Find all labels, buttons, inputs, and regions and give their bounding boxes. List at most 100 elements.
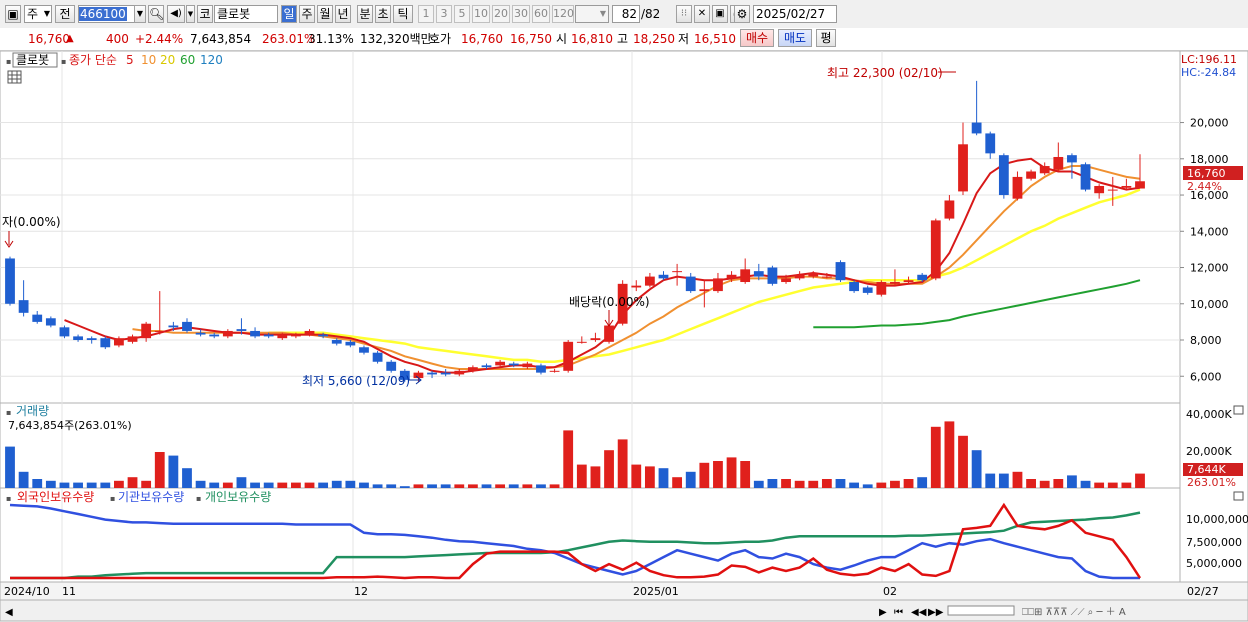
candle-body	[236, 329, 247, 331]
period-tick-tab[interactable]: 틱	[393, 5, 413, 23]
market-button[interactable]: 코	[197, 5, 213, 23]
hc-label: HC:-24.84	[1181, 66, 1236, 79]
period-second-tab[interactable]: 초	[375, 5, 391, 23]
type-select[interactable]: 주 ▼	[24, 5, 52, 23]
volume-bar	[1107, 482, 1118, 488]
interval-1[interactable]: 1	[418, 5, 434, 23]
holding-marker-2: ▪	[110, 494, 115, 503]
candle-body	[862, 287, 873, 293]
candle-body	[890, 282, 900, 284]
candle-body	[1067, 155, 1077, 163]
volume-bar	[1026, 479, 1036, 488]
price-axis-label: 20,000	[1190, 117, 1229, 130]
gear-icon[interactable]: ⚙	[734, 5, 750, 23]
volume-bar	[195, 480, 206, 488]
scroll-left-icon[interactable]: ◀	[5, 607, 13, 618]
candle-body	[590, 338, 601, 341]
volume-bar	[1121, 482, 1132, 488]
candle-body	[740, 269, 751, 283]
period-week-tab[interactable]: 주	[299, 5, 315, 23]
candle-body	[536, 365, 546, 373]
candle-body	[413, 372, 424, 379]
volume-close-icon[interactable]	[1233, 405, 1244, 415]
candle-body	[182, 321, 192, 331]
lc-label: LC:196.11	[1181, 53, 1237, 66]
code-input[interactable]: 466100	[78, 5, 138, 23]
candle-body	[767, 267, 778, 284]
cross-line-icon[interactable]: ✕	[694, 5, 710, 23]
search-icon[interactable]: 🔍︎	[148, 5, 164, 23]
candle-body	[1026, 171, 1036, 179]
custom-interval-field[interactable]: ▼	[575, 5, 609, 23]
candle-body	[18, 300, 29, 313]
candle-body	[127, 336, 138, 342]
date-input[interactable]: 2025/02/27	[753, 5, 837, 23]
candle-body	[222, 330, 233, 337]
volume-bar	[1067, 475, 1077, 488]
interval-3[interactable]: 3	[436, 5, 452, 23]
period-minute-tab[interactable]: 분	[357, 5, 373, 23]
volume-bar	[767, 479, 778, 488]
volume-bar	[536, 484, 546, 488]
candle-body	[781, 278, 791, 283]
candle-body	[32, 314, 43, 322]
price-axis-label: 6,000	[1190, 370, 1222, 383]
volume-bar	[1039, 480, 1050, 488]
interval-60[interactable]: 60	[532, 5, 550, 23]
candle-body	[903, 280, 914, 283]
interval-30[interactable]: 30	[512, 5, 530, 23]
interval-5[interactable]: 5	[454, 5, 470, 23]
period-year-tab[interactable]: 년	[335, 5, 351, 23]
price-axis-label: 14,000	[1190, 225, 1229, 238]
low-label: 저	[678, 32, 690, 46]
code-dropdown-icon[interactable]: ▼	[134, 5, 146, 23]
stock-name-field[interactable]: 클로봇	[214, 5, 278, 23]
candle-body	[726, 274, 737, 279]
speaker-dropdown-icon[interactable]: ▼	[186, 5, 195, 23]
buy-button[interactable]: 매수	[740, 29, 774, 47]
drawing-tools-icon[interactable]: ⎕⎕⊞ ⊼⊼⊼ ⟋⟋ ⌕ ─ ＋ A	[1022, 607, 1126, 618]
trade-amount: 132,320백만	[360, 32, 432, 46]
interval-10[interactable]: 10	[472, 5, 490, 23]
scroll-prev-icon[interactable]: ◀◀	[911, 607, 927, 618]
scroll-next-icon[interactable]: ▶▶	[928, 607, 944, 618]
interval-20[interactable]: 20	[492, 5, 510, 23]
volume-bar	[685, 471, 696, 488]
volume-bar	[890, 480, 900, 488]
quote-bar: 16,760 ▲ 400 +2.44% 7,643,854 263.01% 31…	[0, 28, 1248, 51]
save-icon[interactable]: ▣	[712, 5, 728, 23]
table-icon[interactable]	[7, 70, 22, 84]
volume-bar	[32, 479, 43, 488]
vol-tag-pct: 263.01%	[1187, 476, 1236, 489]
candle-body	[467, 367, 478, 371]
volume-bar	[522, 484, 533, 488]
period-day-tab[interactable]: 일	[281, 5, 297, 23]
speaker-icon[interactable]: ◀)	[167, 5, 185, 23]
date-label-dec: 12	[354, 585, 368, 598]
interval-120[interactable]: 120	[552, 5, 574, 23]
volume-bar	[944, 421, 955, 488]
dividend-note: 배당락(0.00%)	[569, 295, 650, 309]
scroll-thumb[interactable]	[947, 605, 1015, 616]
sell-button[interactable]: 매도	[778, 29, 812, 47]
volume-bar	[345, 480, 356, 488]
volume-bar	[1012, 471, 1023, 488]
eval-button[interactable]: 평	[816, 29, 836, 47]
volume-bar	[985, 473, 996, 488]
candle-body	[250, 330, 260, 337]
open-label: 시	[556, 32, 568, 46]
prev-button[interactable]: 전	[55, 5, 75, 23]
grid-icon[interactable]: ⁝⁝	[676, 5, 692, 23]
window-icon[interactable]: ▣	[5, 5, 21, 23]
candle-body	[59, 327, 70, 337]
legend-ma60: 60	[180, 53, 195, 67]
candle-body	[209, 334, 220, 337]
period-month-tab[interactable]: 월	[317, 5, 333, 23]
holding-close-icon[interactable]	[1233, 491, 1244, 501]
count-field[interactable]: 82	[612, 5, 640, 23]
volume-bar	[427, 484, 437, 488]
candle-body	[1135, 181, 1145, 189]
stock-chart[interactable]: 20,00018,00016,00014,00012,00010,0008,00…	[0, 51, 1248, 622]
scroll-right-icon[interactable]: ▶	[879, 607, 887, 618]
scroll-first-icon[interactable]: ⏮	[894, 607, 903, 618]
